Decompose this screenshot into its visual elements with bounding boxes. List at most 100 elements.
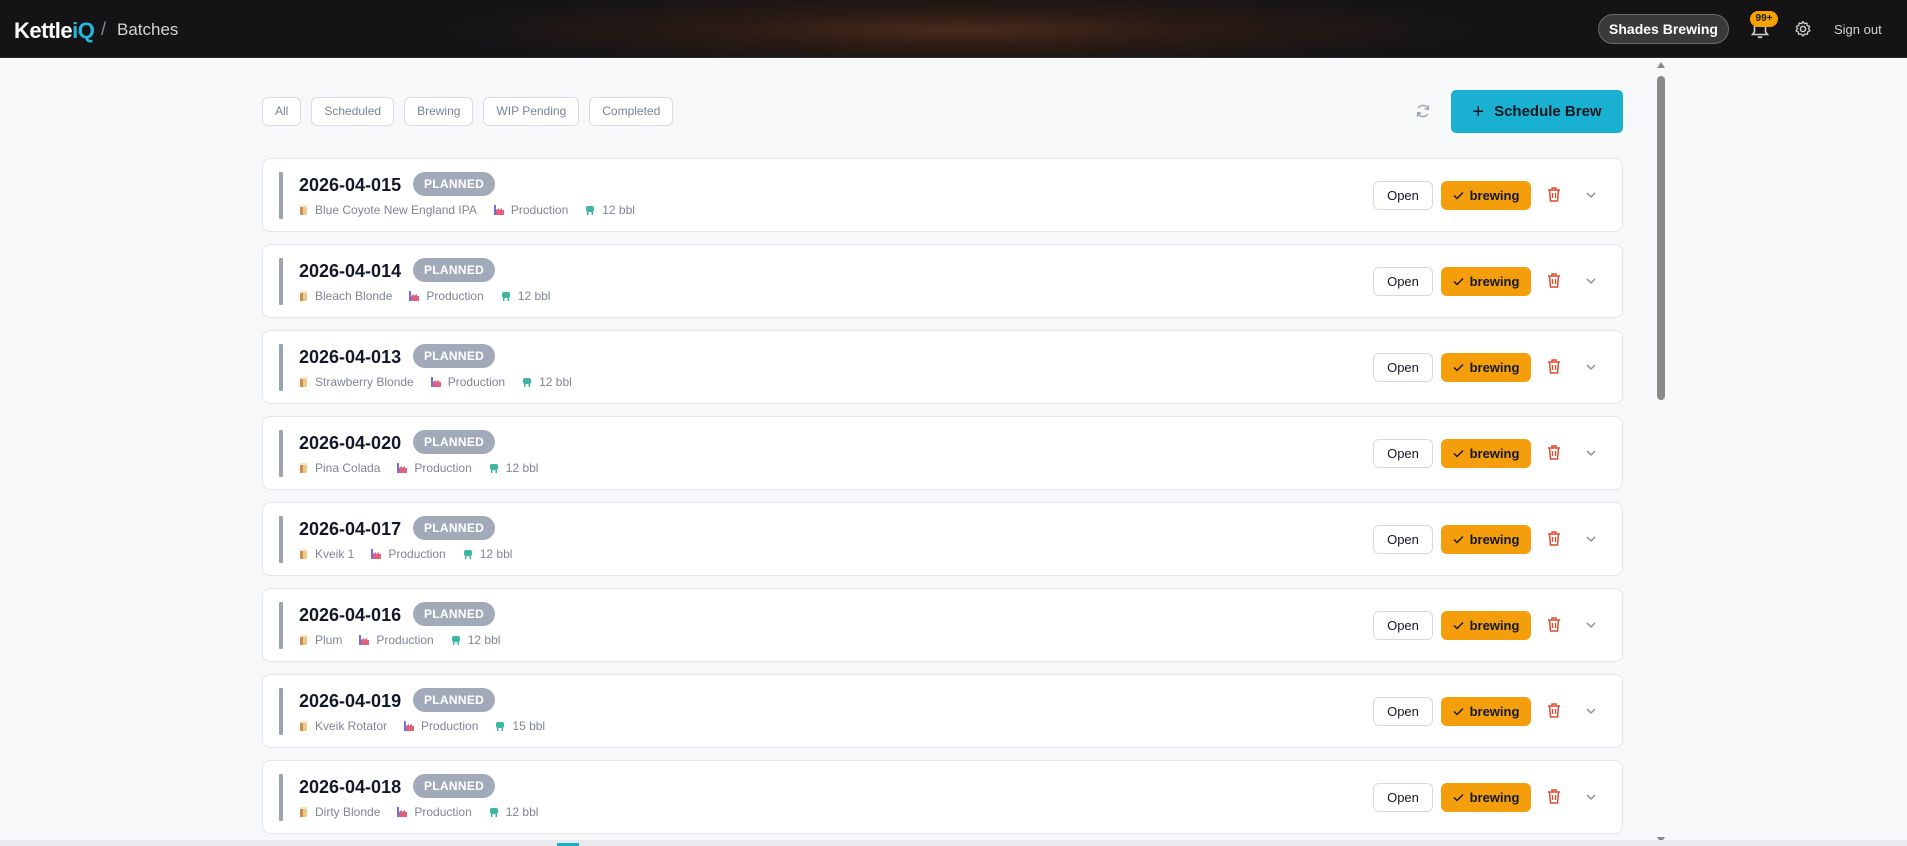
brand-logo[interactable]: KettleiQ <box>14 18 95 44</box>
batch-row[interactable]: 2026-04-018 PLANNED Dirty Blonde Product… <box>262 760 1623 834</box>
trash-icon[interactable] <box>1546 186 1562 203</box>
status-badge: PLANNED <box>413 258 496 282</box>
status-badge: PLANNED <box>413 430 496 454</box>
mark-brewing-label: brewing <box>1469 274 1520 289</box>
status-indicator-bar <box>279 774 283 821</box>
status-indicator-bar <box>279 602 283 649</box>
batch-id: 2026-04-017 <box>299 519 402 539</box>
factory-icon <box>397 463 408 473</box>
open-batch-button[interactable]: Open <box>1373 353 1433 382</box>
factory-icon <box>359 635 370 645</box>
status-badge: PLANNED <box>413 516 496 540</box>
chevron-down-icon[interactable] <box>1585 189 1597 201</box>
organization-switcher[interactable]: Shades Brewing <box>1598 14 1729 44</box>
status-indicator-bar <box>279 258 283 305</box>
open-batch-button[interactable]: Open <box>1373 525 1433 554</box>
batch-size-info: 15 bbl <box>494 719 545 733</box>
mark-brewing-button[interactable]: brewing <box>1441 697 1531 726</box>
chevron-down-icon[interactable] <box>1585 275 1597 287</box>
batch-id: 2026-04-016 <box>299 605 402 625</box>
refresh-icon[interactable] <box>1415 103 1431 119</box>
mark-brewing-button[interactable]: brewing <box>1441 611 1531 640</box>
mark-brewing-button[interactable]: brewing <box>1441 783 1531 812</box>
recipe-info: Pina Colada <box>299 461 380 475</box>
recipe-name: Pina Colada <box>315 461 381 475</box>
batch-meta: Strawberry Blonde Production 12 bbl <box>299 375 582 389</box>
batch-meta: Blue Coyote New England IPA Production 1… <box>299 203 645 217</box>
open-batch-button[interactable]: Open <box>1373 697 1433 726</box>
mark-brewing-button[interactable]: brewing <box>1441 267 1531 296</box>
status-filter-bar: All Scheduled Brewing WIP Pending Comple… <box>262 97 674 126</box>
open-batch-button[interactable]: Open <box>1373 611 1433 640</box>
mark-brewing-button[interactable]: brewing <box>1441 439 1531 468</box>
open-batch-button[interactable]: Open <box>1373 783 1433 812</box>
chevron-down-icon[interactable] <box>1585 361 1597 373</box>
filter-scheduled[interactable]: Scheduled <box>311 97 395 126</box>
filter-brewing[interactable]: Brewing <box>404 97 474 126</box>
factory-icon <box>404 721 415 731</box>
batch-row[interactable]: 2026-04-020 PLANNED Pina Colada Producti… <box>262 416 1623 490</box>
factory-icon <box>493 205 504 215</box>
batch-size: 12 bbl <box>479 547 513 561</box>
open-batch-button[interactable]: Open <box>1373 267 1433 296</box>
batch-id: 2026-04-019 <box>299 691 402 711</box>
batch-id: 2026-04-014 <box>299 261 402 281</box>
tank-icon <box>501 292 510 301</box>
filter-wip-pending[interactable]: WIP Pending <box>483 97 580 126</box>
chevron-down-icon[interactable] <box>1585 791 1597 803</box>
batch-row[interactable]: 2026-04-017 PLANNED Kveik 1 Production 1… <box>262 502 1623 576</box>
trash-icon[interactable] <box>1546 702 1562 719</box>
open-batch-button[interactable]: Open <box>1373 181 1433 210</box>
scrollbar-thumb[interactable] <box>1657 76 1665 400</box>
recipe-info: Kveik Rotator <box>299 719 387 733</box>
open-batch-button[interactable]: Open <box>1373 439 1433 468</box>
batch-row[interactable]: 2026-04-019 PLANNED Kveik Rotator Produc… <box>262 674 1623 748</box>
beer-icon <box>300 205 307 215</box>
batch-row[interactable]: 2026-04-015 PLANNED Blue Coyote New Engl… <box>262 158 1623 232</box>
mark-brewing-button[interactable]: brewing <box>1441 181 1531 210</box>
batch-row[interactable]: 2026-04-013 PLANNED Strawberry Blonde Pr… <box>262 330 1623 404</box>
check-icon <box>1453 449 1464 458</box>
mark-brewing-label: brewing <box>1469 790 1520 805</box>
gear-icon[interactable] <box>1794 20 1812 38</box>
mark-brewing-button[interactable]: brewing <box>1441 525 1531 554</box>
recipe-info: Blue Coyote New England IPA <box>299 203 477 217</box>
chevron-down-icon[interactable] <box>1585 447 1597 459</box>
trash-icon[interactable] <box>1546 358 1562 375</box>
batch-type: Production <box>426 289 484 303</box>
trash-icon[interactable] <box>1546 444 1562 461</box>
check-icon <box>1453 363 1464 372</box>
batch-type-info: Production <box>396 805 472 819</box>
trash-icon[interactable] <box>1546 788 1562 805</box>
tank-icon <box>496 722 505 731</box>
filter-all[interactable]: All <box>262 97 302 126</box>
schedule-brew-button[interactable]: + Schedule Brew <box>1451 90 1623 133</box>
batch-row[interactable]: 2026-04-014 PLANNED Bleach Blonde Produc… <box>262 244 1623 318</box>
recipe-name: Kveik 1 <box>315 547 355 561</box>
breadcrumb-separator: / <box>101 19 107 39</box>
chevron-down-icon[interactable] <box>1585 619 1597 631</box>
batch-type: Production <box>447 375 506 389</box>
scroll-up-arrow[interactable] <box>1657 62 1665 68</box>
batch-type-info: Production <box>396 461 472 475</box>
chevron-down-icon[interactable] <box>1585 533 1597 545</box>
batch-row[interactable]: 2026-04-016 PLANNED Plum Production 12 b… <box>262 588 1623 662</box>
check-icon <box>1453 707 1464 716</box>
top-bar: KettleiQ / Batches Shades Brewing 99+ Si… <box>0 0 1907 58</box>
mark-brewing-label: brewing <box>1469 704 1520 719</box>
mark-brewing-label: brewing <box>1469 446 1520 461</box>
chevron-down-icon[interactable] <box>1585 705 1597 717</box>
trash-icon[interactable] <box>1546 272 1562 289</box>
mark-brewing-button[interactable]: brewing <box>1441 353 1531 382</box>
sign-out-link[interactable]: Sign out <box>1834 22 1882 37</box>
batch-type: Production <box>421 719 479 733</box>
trash-icon[interactable] <box>1546 616 1562 633</box>
recipe-info: Bleach Blonde <box>299 289 392 303</box>
trash-icon[interactable] <box>1546 530 1562 547</box>
check-icon <box>1453 621 1464 630</box>
batch-size: 12 bbl <box>505 805 539 819</box>
mark-brewing-label: brewing <box>1469 618 1520 633</box>
recipe-info: Strawberry Blonde <box>299 375 414 389</box>
filter-completed[interactable]: Completed <box>589 97 674 126</box>
batch-type: Production <box>388 547 446 561</box>
